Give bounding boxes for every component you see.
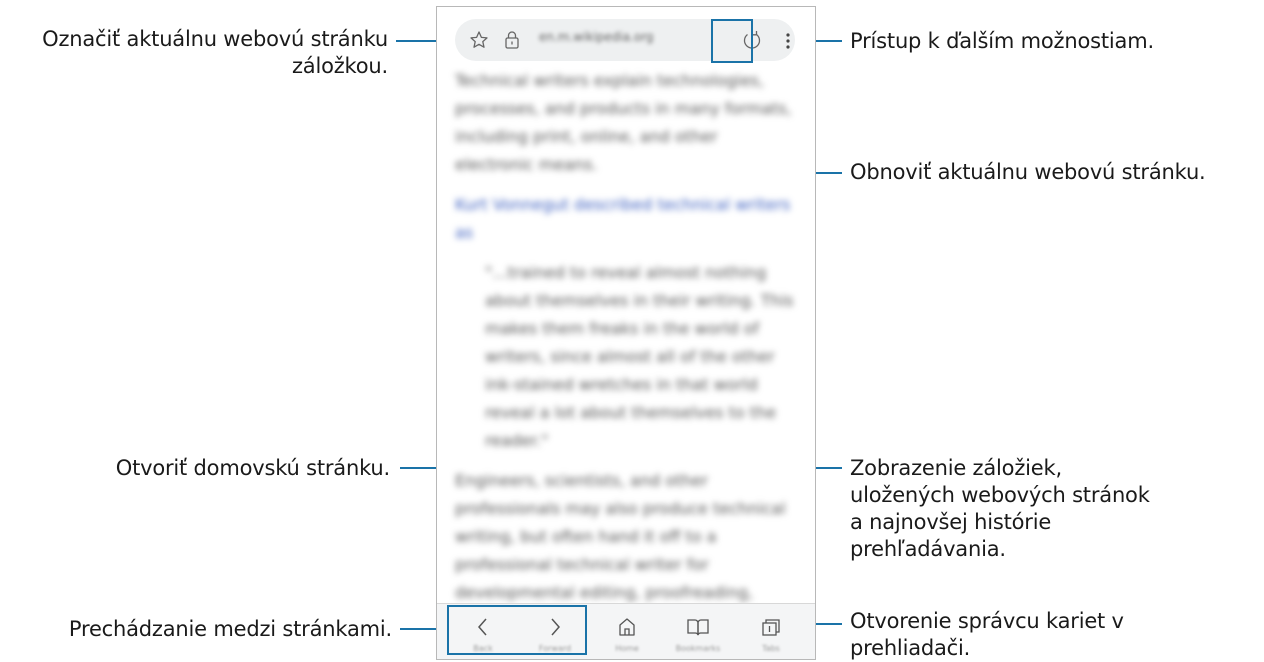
callout-home: Otvoriť domovskú stránku. bbox=[115, 456, 390, 480]
tabs-label: Tabs bbox=[762, 644, 780, 653]
url-text[interactable]: en.m.wikipedia.org bbox=[539, 30, 654, 44]
tabs-icon[interactable] bbox=[760, 616, 782, 642]
refresh-highlight bbox=[711, 19, 753, 63]
article-paragraph: Technical writers explain technologies, … bbox=[455, 71, 792, 174]
callout-navigate: Prechádzanie medzi stránkami. bbox=[68, 617, 392, 641]
callout-more-options: Prístup k ďalším možnostiam. bbox=[850, 29, 1154, 53]
article-quote: "...trained to reveal almost nothing abo… bbox=[485, 263, 794, 450]
page-content: Technical writers explain technologies, … bbox=[455, 67, 795, 658]
callout-bookmark: Označiť aktuálnu webovú stránku záložkou… bbox=[42, 27, 388, 78]
callout-tabs-manager: Otvorenie správcu kariet v prehliadači. bbox=[850, 609, 1124, 660]
bookmarks-icon[interactable] bbox=[686, 616, 710, 642]
home-label: Home bbox=[615, 644, 639, 653]
browser-screen: en.m.wikipedia.org Technical writers exp… bbox=[436, 6, 816, 660]
home-icon[interactable] bbox=[617, 616, 637, 642]
star-icon[interactable] bbox=[469, 30, 489, 54]
lock-icon bbox=[503, 30, 521, 54]
callout-refresh: Obnoviť aktuálnu webovú stránku. bbox=[850, 160, 1206, 184]
more-options-icon[interactable] bbox=[785, 31, 791, 55]
callout-bookmarks-view: Zobrazenie záložiek, uložených webových … bbox=[850, 456, 1150, 561]
article-paragraph: Kurt Vonnegut described technical writer… bbox=[455, 195, 791, 242]
navigation-highlight bbox=[447, 605, 587, 655]
bookmarks-label: Bookmarks bbox=[675, 644, 721, 653]
